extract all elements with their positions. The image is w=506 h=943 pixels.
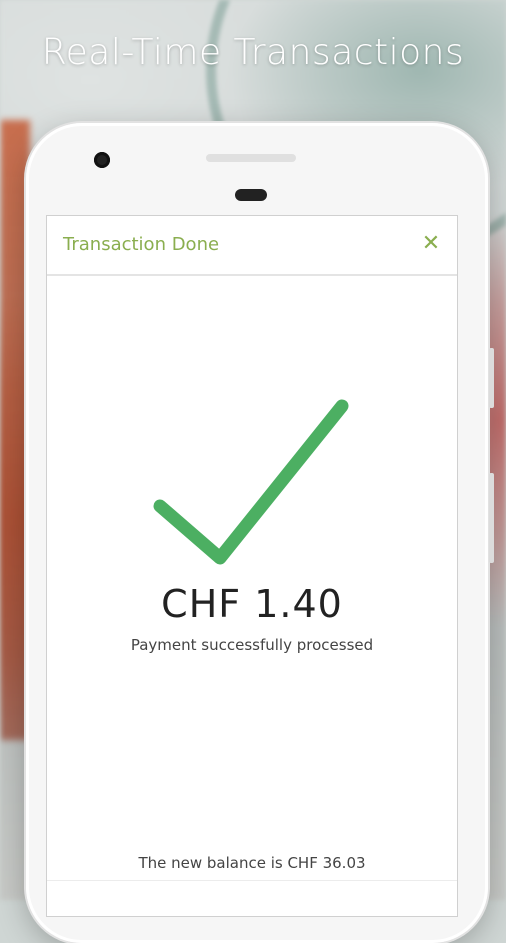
promo-headline: Real-Time Transactions bbox=[41, 32, 465, 73]
earpiece-speaker bbox=[206, 154, 296, 162]
phone-frame: Transaction Done ✕ CHF 1.40 Payment succ… bbox=[26, 123, 494, 943]
phone-screen: Transaction Done ✕ CHF 1.40 Payment succ… bbox=[46, 215, 458, 917]
new-balance-text: The new balance is CHF 36.03 bbox=[138, 854, 366, 872]
transaction-amount: CHF 1.40 bbox=[161, 582, 343, 626]
dialog-title: Transaction Done bbox=[63, 234, 220, 255]
proximity-sensor bbox=[235, 189, 267, 201]
checkmark-icon bbox=[153, 399, 349, 565]
dialog-header: Transaction Done ✕ bbox=[47, 216, 457, 276]
volume-button bbox=[489, 348, 494, 408]
power-button bbox=[489, 473, 494, 563]
front-camera bbox=[94, 152, 110, 168]
close-icon[interactable]: ✕ bbox=[419, 232, 443, 256]
divider bbox=[47, 880, 457, 881]
payment-status-text: Payment successfully processed bbox=[130, 636, 374, 654]
